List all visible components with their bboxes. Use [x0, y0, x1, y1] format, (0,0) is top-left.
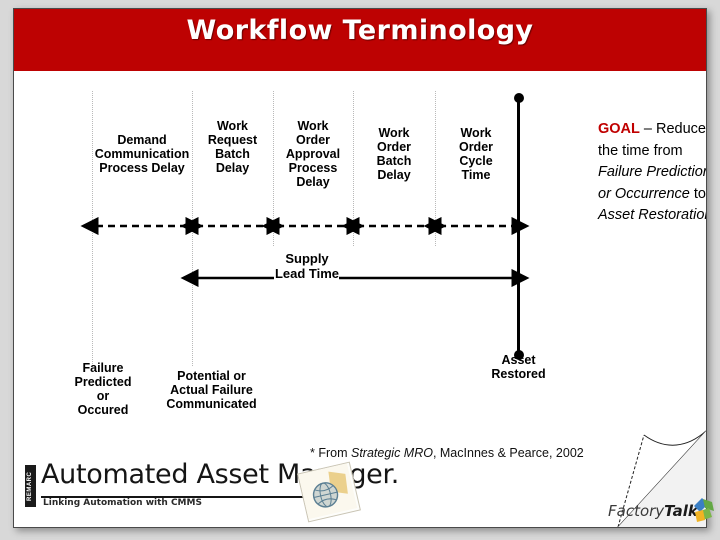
factorytalk-icon: [694, 498, 714, 522]
axis-top-dot: [513, 93, 524, 103]
goal-italic-2: Asset Restoration: [598, 207, 707, 223]
title-banner: Workflow Terminology: [14, 9, 706, 71]
slide-stage: Workflow Terminology Demand Communication…: [0, 0, 720, 540]
aam-tagline: Linking Automation with CMMS: [43, 498, 202, 508]
goal-keyword: GOAL: [598, 121, 640, 137]
presentation-slide: Workflow Terminology Demand Communication…: [13, 8, 707, 528]
factorytalk-logo: FactoryTalk: [608, 497, 714, 527]
footnote-prefix: * From: [310, 446, 351, 460]
goal-callout: GOAL – Reduce the time from Failure Pred…: [598, 119, 707, 227]
supply-lead-time-label: Supply Lead Time: [274, 251, 340, 281]
segment-label-work-order-batch-delay: Work Order Batch Delay: [376, 126, 412, 182]
milestone-failure-predicted-or-occured: Failure Predicted or Occured: [74, 361, 132, 417]
segment-label-work-order-approval-process-delay: Work Order Approval Process Delay: [285, 119, 341, 189]
aam-vertical-mark: REMARC: [25, 465, 36, 507]
page-title: Workflow Terminology: [186, 15, 534, 46]
factorytalk-word-1: Factory: [608, 502, 665, 520]
segment-label-work-request-batch-delay: Work Request Batch Delay: [207, 119, 258, 175]
segment-label-work-order-cycle-time: Work Order Cycle Time: [458, 126, 494, 182]
milestone-asset-restored: Asset Restored: [491, 353, 546, 381]
goal-text-2: to: [689, 185, 706, 202]
segment-label-demand-communication-process-delay: Demand Communication Process Delay: [94, 133, 190, 175]
milestone-potential-or-actual-failure-communicated: Potential or Actual Failure Communicated: [166, 369, 257, 411]
footnote-source-title: Strategic MRO: [350, 446, 433, 460]
asset-restored-axis: [517, 97, 520, 355]
aam-globe-badge-icon: [297, 461, 361, 523]
factorytalk-wordmark: FactoryTalk: [608, 502, 698, 520]
source-footnote: * From Strategic MRO, MacInnes & Pearce,…: [310, 446, 584, 460]
goal-dash: –: [639, 121, 657, 137]
automated-asset-manager-logo: REMARC Automated Asset Manager. Linking …: [19, 459, 399, 523]
